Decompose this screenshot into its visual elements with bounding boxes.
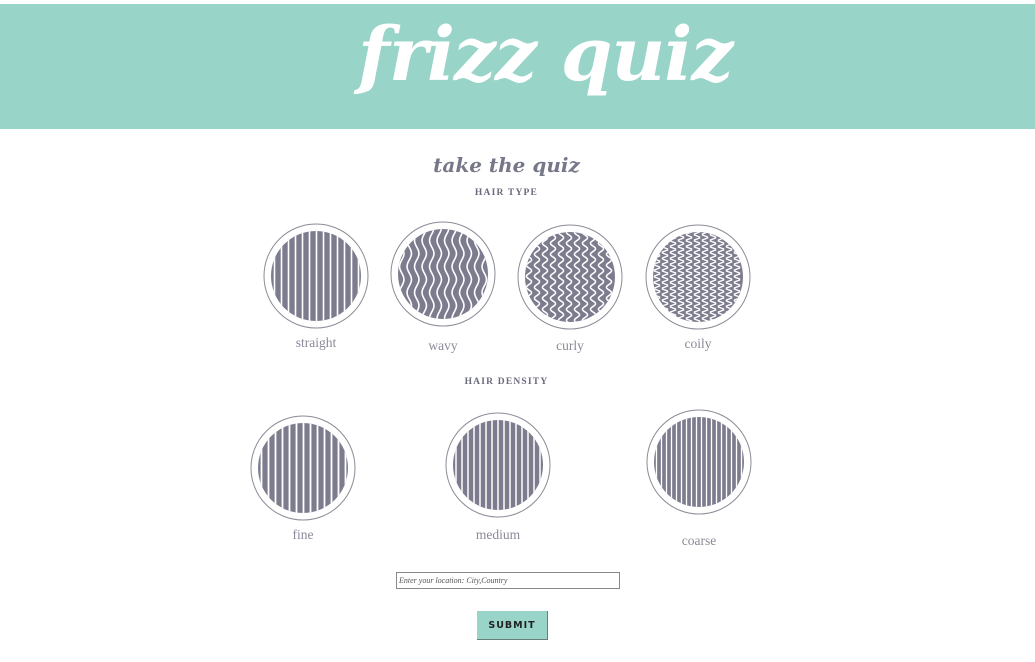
option-label: medium [475, 527, 521, 542]
coarse-hair-icon [646, 409, 752, 515]
hair-density-option-fine[interactable]: fine [250, 415, 356, 542]
straight-hair-icon [263, 223, 369, 329]
hair-density-option-medium[interactable]: medium [445, 412, 551, 542]
hair-type-label: HAIR TYPE [474, 188, 539, 198]
fine-hair-icon [250, 415, 356, 521]
hair-density-label: HAIR DENSITY [464, 377, 549, 387]
option-label: fine [292, 527, 314, 542]
coily-hair-icon [645, 224, 751, 330]
curly-hair-icon [517, 224, 623, 330]
hair-type-option-coily[interactable]: coily [645, 224, 751, 351]
option-label: coarse [681, 533, 717, 548]
quiz-heading: take the quiz [433, 153, 580, 177]
wavy-hair-icon [390, 221, 496, 327]
option-label: coily [684, 336, 712, 351]
hair-type-option-straight[interactable]: straight [263, 223, 369, 350]
header-banner: frizz quiz [0, 4, 1035, 129]
submit-button[interactable]: SUBMIT [477, 611, 548, 640]
hair-type-option-curly[interactable]: curly [517, 224, 623, 353]
location-input[interactable] [396, 572, 620, 589]
medium-hair-icon [445, 412, 551, 518]
hair-type-option-wavy[interactable]: wavy [390, 221, 496, 353]
site-title: frizz quiz [358, 12, 733, 98]
hair-density-option-coarse[interactable]: coarse [646, 409, 752, 548]
